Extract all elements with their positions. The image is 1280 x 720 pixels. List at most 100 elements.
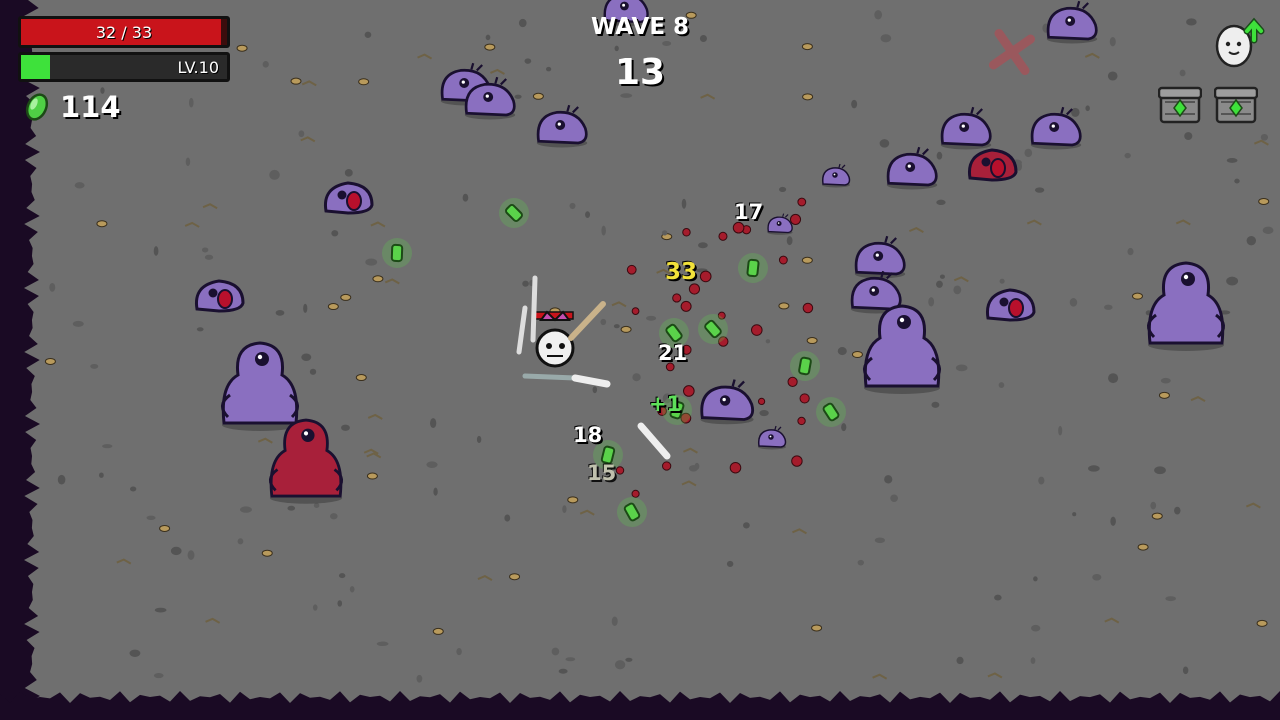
chaser-enemy	[194, 279, 245, 313]
blood-drop	[699, 270, 712, 283]
sand-mound	[567, 496, 579, 504]
pebble	[1033, 576, 1038, 582]
pebble	[337, 600, 343, 607]
blood-drop	[778, 255, 788, 265]
pebble	[204, 254, 214, 260]
pebble	[1150, 501, 1157, 510]
pebble	[338, 573, 346, 579]
chaser-enemy	[985, 288, 1036, 322]
pebble	[759, 409, 769, 417]
sand-mound	[236, 44, 248, 52]
enemy-eye-glint	[1067, 18, 1071, 22]
blood-drop	[718, 231, 728, 241]
health-bar: 32 / 33	[18, 16, 230, 48]
damage-number: 21	[658, 341, 688, 365]
pebble	[237, 538, 244, 545]
pebble	[857, 559, 864, 566]
pebble	[74, 182, 85, 189]
blood-drop	[682, 228, 691, 237]
enemy-eye-glint	[777, 222, 780, 224]
pebble	[562, 505, 567, 514]
enemy-eye-glint	[833, 173, 836, 176]
sand-mound	[261, 549, 273, 557]
materials-count: 114	[60, 90, 121, 124]
blood-drop	[797, 197, 807, 207]
pebble	[551, 647, 560, 656]
pebble	[416, 674, 423, 683]
pebble	[430, 418, 437, 429]
pebble	[170, 546, 182, 556]
material-pickup-number: +1	[649, 392, 682, 416]
chaser-enemy	[323, 181, 374, 215]
weapon-knife	[530, 275, 538, 343]
pebble	[341, 424, 350, 431]
pebble	[1260, 133, 1269, 141]
pebble	[874, 537, 885, 544]
pebble	[546, 66, 552, 72]
pebble	[1058, 425, 1063, 436]
pebble	[188, 97, 194, 108]
blood-drop	[662, 461, 672, 471]
enemy-tongue	[217, 289, 233, 309]
pebble	[262, 61, 269, 68]
enemy-eye	[999, 297, 1009, 307]
pebble	[681, 198, 687, 209]
pebble	[1234, 178, 1240, 184]
pebble	[153, 246, 159, 256]
pebble	[1088, 465, 1100, 472]
pebble	[851, 99, 858, 109]
pebble	[726, 560, 734, 567]
sand-mound	[327, 303, 339, 311]
pebble	[936, 151, 943, 160]
pebble	[611, 616, 618, 626]
pebble	[1034, 187, 1045, 193]
pebble	[98, 472, 104, 478]
pebble	[240, 506, 252, 513]
pebble	[874, 10, 883, 20]
blood-drop	[750, 324, 763, 336]
enemy-eye-glint	[485, 94, 489, 98]
sand-mound	[355, 374, 367, 382]
pebble	[129, 649, 141, 657]
sand-mound	[801, 256, 813, 264]
pebble	[1179, 69, 1186, 77]
pebble	[485, 34, 491, 41]
pebble	[955, 364, 968, 372]
blood-drop	[732, 221, 745, 234]
pebble	[185, 157, 191, 167]
enemy-tongue	[990, 158, 1006, 178]
pebble	[476, 435, 482, 444]
pebble	[57, 474, 66, 485]
pebble	[786, 236, 793, 246]
material-shard	[746, 258, 760, 278]
enemy-eye-glint	[875, 253, 879, 257]
pebble	[879, 139, 890, 148]
pebble	[269, 169, 280, 180]
pebble	[330, 513, 338, 520]
pebble	[298, 130, 305, 138]
pebble	[601, 225, 606, 236]
pebble	[130, 486, 137, 492]
pebble	[102, 444, 113, 449]
pebble	[504, 514, 511, 522]
pebble	[1104, 304, 1113, 310]
pebble	[349, 586, 355, 593]
sand-mound	[1256, 619, 1268, 627]
sand-mound	[484, 43, 496, 51]
blood-drop	[672, 293, 682, 303]
sand-mound	[1151, 512, 1163, 520]
pebble	[1262, 226, 1274, 234]
enemy-eye-glint	[257, 354, 263, 360]
enemy-eye	[981, 157, 991, 167]
pebble	[1154, 466, 1166, 475]
sand-mound	[372, 275, 384, 283]
pebble	[1107, 71, 1118, 81]
enemy-eye-glint	[961, 124, 965, 128]
enemy-eye-glint	[899, 317, 905, 323]
sand-mound	[801, 43, 813, 51]
level-text: LV.10	[177, 57, 219, 77]
pebble	[956, 656, 964, 665]
pebble	[837, 347, 847, 356]
pebble	[1031, 624, 1041, 632]
pebble	[49, 282, 56, 292]
